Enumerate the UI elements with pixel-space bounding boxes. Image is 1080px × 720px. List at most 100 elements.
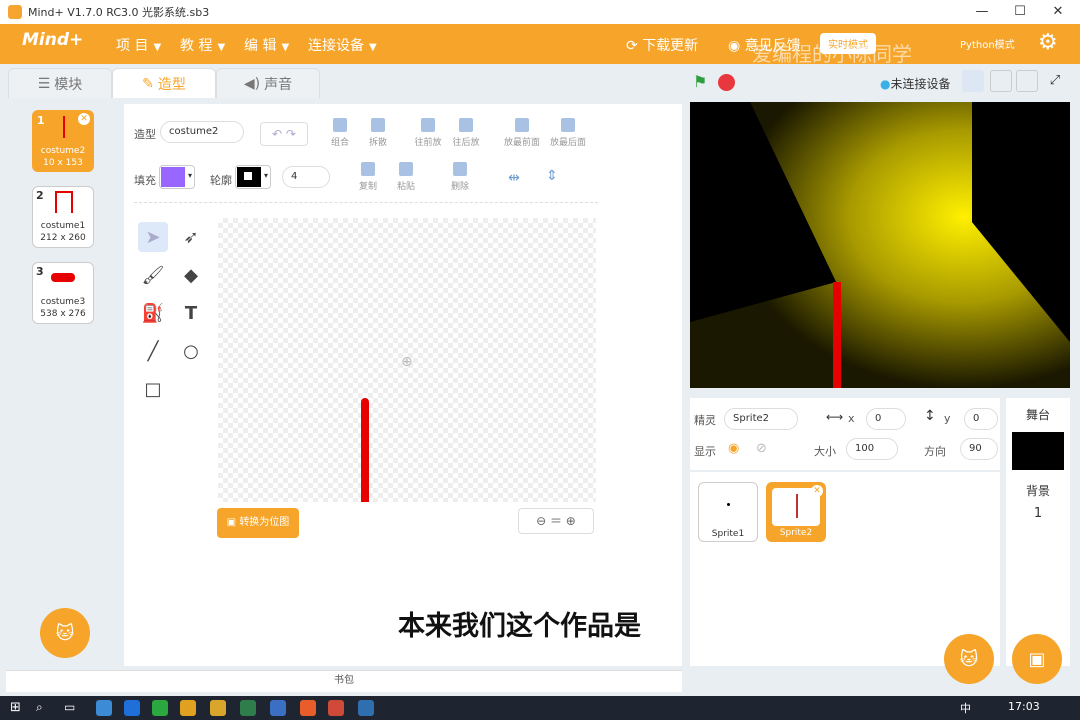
app-icon[interactable]	[300, 700, 316, 716]
edge-icon[interactable]	[124, 700, 140, 716]
costume-name-input[interactable]: costume2	[160, 121, 244, 143]
sprite-list: Sprite1 ✕ Sprite2	[690, 472, 1000, 666]
back-button[interactable]: 放最后面	[548, 118, 588, 148]
backpack-bar[interactable]: 书包	[6, 670, 682, 692]
direction-input[interactable]: 90	[960, 438, 998, 460]
outline-width-input[interactable]: 4	[282, 166, 330, 188]
app-icon[interactable]	[358, 700, 374, 716]
app-icon[interactable]	[328, 700, 344, 716]
paste-button[interactable]: 粘贴	[390, 162, 422, 192]
forward-button[interactable]: 往前放	[412, 118, 444, 148]
undo-redo-buttons[interactable]: ↶ ↷	[260, 122, 308, 146]
menu-edit[interactable]: 编 辑 ▼	[244, 35, 289, 55]
tab-blocks[interactable]: ☰ 模块	[8, 68, 112, 98]
stage-mode-icon[interactable]	[1016, 70, 1038, 92]
backward-button[interactable]: 往后放	[450, 118, 482, 148]
group-button[interactable]: 组合	[324, 118, 356, 148]
sprite-item[interactable]: ✕ Sprite2	[766, 482, 826, 542]
menu-bar: Mind+ 项 目 ▼ 教 程 ▼ 编 辑 ▼ 连接设备 ▼ ⟳ 下载更新 ◉ 意见反馈…	[0, 24, 1080, 66]
windows-start-icon[interactable]: ⊞	[10, 700, 26, 716]
fill-label: 填充	[134, 174, 156, 187]
front-button[interactable]: 放最前面	[502, 118, 542, 148]
close-button[interactable]: ✕	[1040, 0, 1076, 24]
add-costume-button[interactable]: 🐱	[40, 608, 90, 658]
convert-to-bitmap-button[interactable]: ▣ 转换为位图	[217, 508, 299, 538]
large-stage-icon[interactable]	[990, 70, 1012, 92]
task-view-icon[interactable]: ▭	[64, 700, 80, 716]
ungroup-button[interactable]: 拆散	[362, 118, 394, 148]
costume-item[interactable]: 3 costume3 538 x 276	[32, 262, 94, 324]
toolbar-divider	[134, 202, 598, 203]
x-axis-icon: ⟷	[826, 410, 844, 424]
menu-connect-device[interactable]: 连接设备 ▼	[308, 35, 377, 55]
delete-costume-icon[interactable]: ✕	[78, 113, 90, 125]
select-tool-icon[interactable]: ➤	[138, 222, 168, 252]
app-logo-icon	[8, 5, 22, 19]
fill-tool-icon[interactable]: ⛽	[138, 298, 168, 328]
outline-label: 轮廓	[210, 174, 232, 187]
minimize-button[interactable]: —	[964, 0, 1000, 24]
menu-tutorial[interactable]: 教 程 ▼	[180, 35, 225, 55]
hide-eye-icon[interactable]: ⊘	[756, 441, 767, 456]
circle-tool-icon[interactable]: ○	[176, 336, 206, 366]
eraser-tool-icon[interactable]: ◆	[176, 260, 206, 290]
tab-costumes[interactable]: ✎ 造型	[112, 68, 216, 98]
center-crosshair-icon: ⊕	[401, 354, 413, 370]
stage-thumbnail[interactable]	[1012, 432, 1064, 470]
size-input[interactable]: 100	[846, 438, 898, 460]
maximize-button[interactable]: ☐	[1002, 0, 1038, 24]
rectangle-tool-icon[interactable]: □	[138, 374, 168, 404]
costume-line-shape[interactable]	[361, 398, 369, 502]
python-mode-toggle[interactable]: Python模式	[960, 36, 1015, 51]
chrome-icon[interactable]	[180, 700, 196, 716]
fill-color-picker[interactable]: ▾	[159, 165, 195, 189]
sprite-name-input[interactable]: Sprite2	[724, 408, 798, 430]
green-flag-icon[interactable]: ⚑	[693, 72, 711, 91]
x-label: x	[848, 412, 855, 425]
add-backdrop-button[interactable]: ▣	[1012, 634, 1062, 684]
stage-canvas[interactable]	[690, 102, 1070, 388]
zoom-controls[interactable]: ⊖ ＝ ⊕	[518, 508, 594, 534]
y-input[interactable]: 0	[964, 408, 998, 430]
costume-name-label: 造型	[134, 128, 156, 141]
download-update-button[interactable]: ⟳ 下载更新	[626, 35, 698, 55]
costume-item[interactable]: 2 costume1 212 x 260	[32, 186, 94, 248]
flip-horizontal-icon[interactable]: ⇹	[498, 170, 530, 186]
text-tool-icon[interactable]: T	[176, 298, 206, 328]
app-icon[interactable]	[96, 700, 112, 716]
fullscreen-icon[interactable]: ⤢	[1044, 70, 1066, 92]
direction-label: 方向	[924, 445, 946, 458]
watermark-text: 爱编程的小陈同学	[752, 42, 912, 66]
clock[interactable]: 17:03	[1008, 700, 1040, 713]
costume-item[interactable]: 1 ✕ costume2 10 x 153	[32, 110, 94, 172]
delete-sprite-icon[interactable]: ✕	[811, 485, 823, 497]
x-input[interactable]: 0	[866, 408, 906, 430]
paint-canvas[interactable]: ⊕	[218, 218, 596, 502]
mindplus-icon[interactable]	[270, 700, 286, 716]
brush-tool-icon[interactable]: 🖌	[138, 260, 168, 290]
backdrop-label: 背景	[1025, 484, 1050, 498]
copy-button[interactable]: 复制	[352, 162, 384, 192]
outline-color-picker[interactable]: ▾	[235, 165, 271, 189]
delete-button[interactable]: 删除	[444, 162, 476, 192]
folder-icon[interactable]	[210, 700, 226, 716]
tab-sounds[interactable]: ◀) 声音	[216, 68, 320, 98]
stop-icon[interactable]	[718, 74, 735, 91]
add-sprite-button[interactable]: 🐱	[944, 634, 994, 684]
show-visible-icon[interactable]: ◉	[728, 441, 739, 456]
flip-vertical-icon[interactable]: ⇕	[536, 168, 568, 184]
connection-status[interactable]: ●未连接设备	[880, 75, 951, 92]
line-tool-icon[interactable]: ╱	[138, 336, 168, 366]
search-icon[interactable]: ⌕	[36, 700, 52, 716]
excel-icon[interactable]	[240, 700, 256, 716]
wechat-icon[interactable]	[152, 700, 168, 716]
sprite-item[interactable]: Sprite1	[698, 482, 758, 542]
small-stage-icon[interactable]	[962, 70, 984, 92]
sprite-label: 精灵	[694, 414, 716, 427]
ime-indicator[interactable]: 中	[960, 700, 971, 716]
menu-project[interactable]: 项 目 ▼	[116, 35, 161, 55]
title-bar: Mind+ V1.7.0 RC3.0 光影系统.sb3 — ☐ ✕	[0, 0, 1080, 24]
settings-gear-icon[interactable]: ⚙	[1038, 30, 1058, 55]
reshape-tool-icon[interactable]: ➶	[176, 222, 206, 252]
costume-thumbnail	[51, 273, 75, 282]
